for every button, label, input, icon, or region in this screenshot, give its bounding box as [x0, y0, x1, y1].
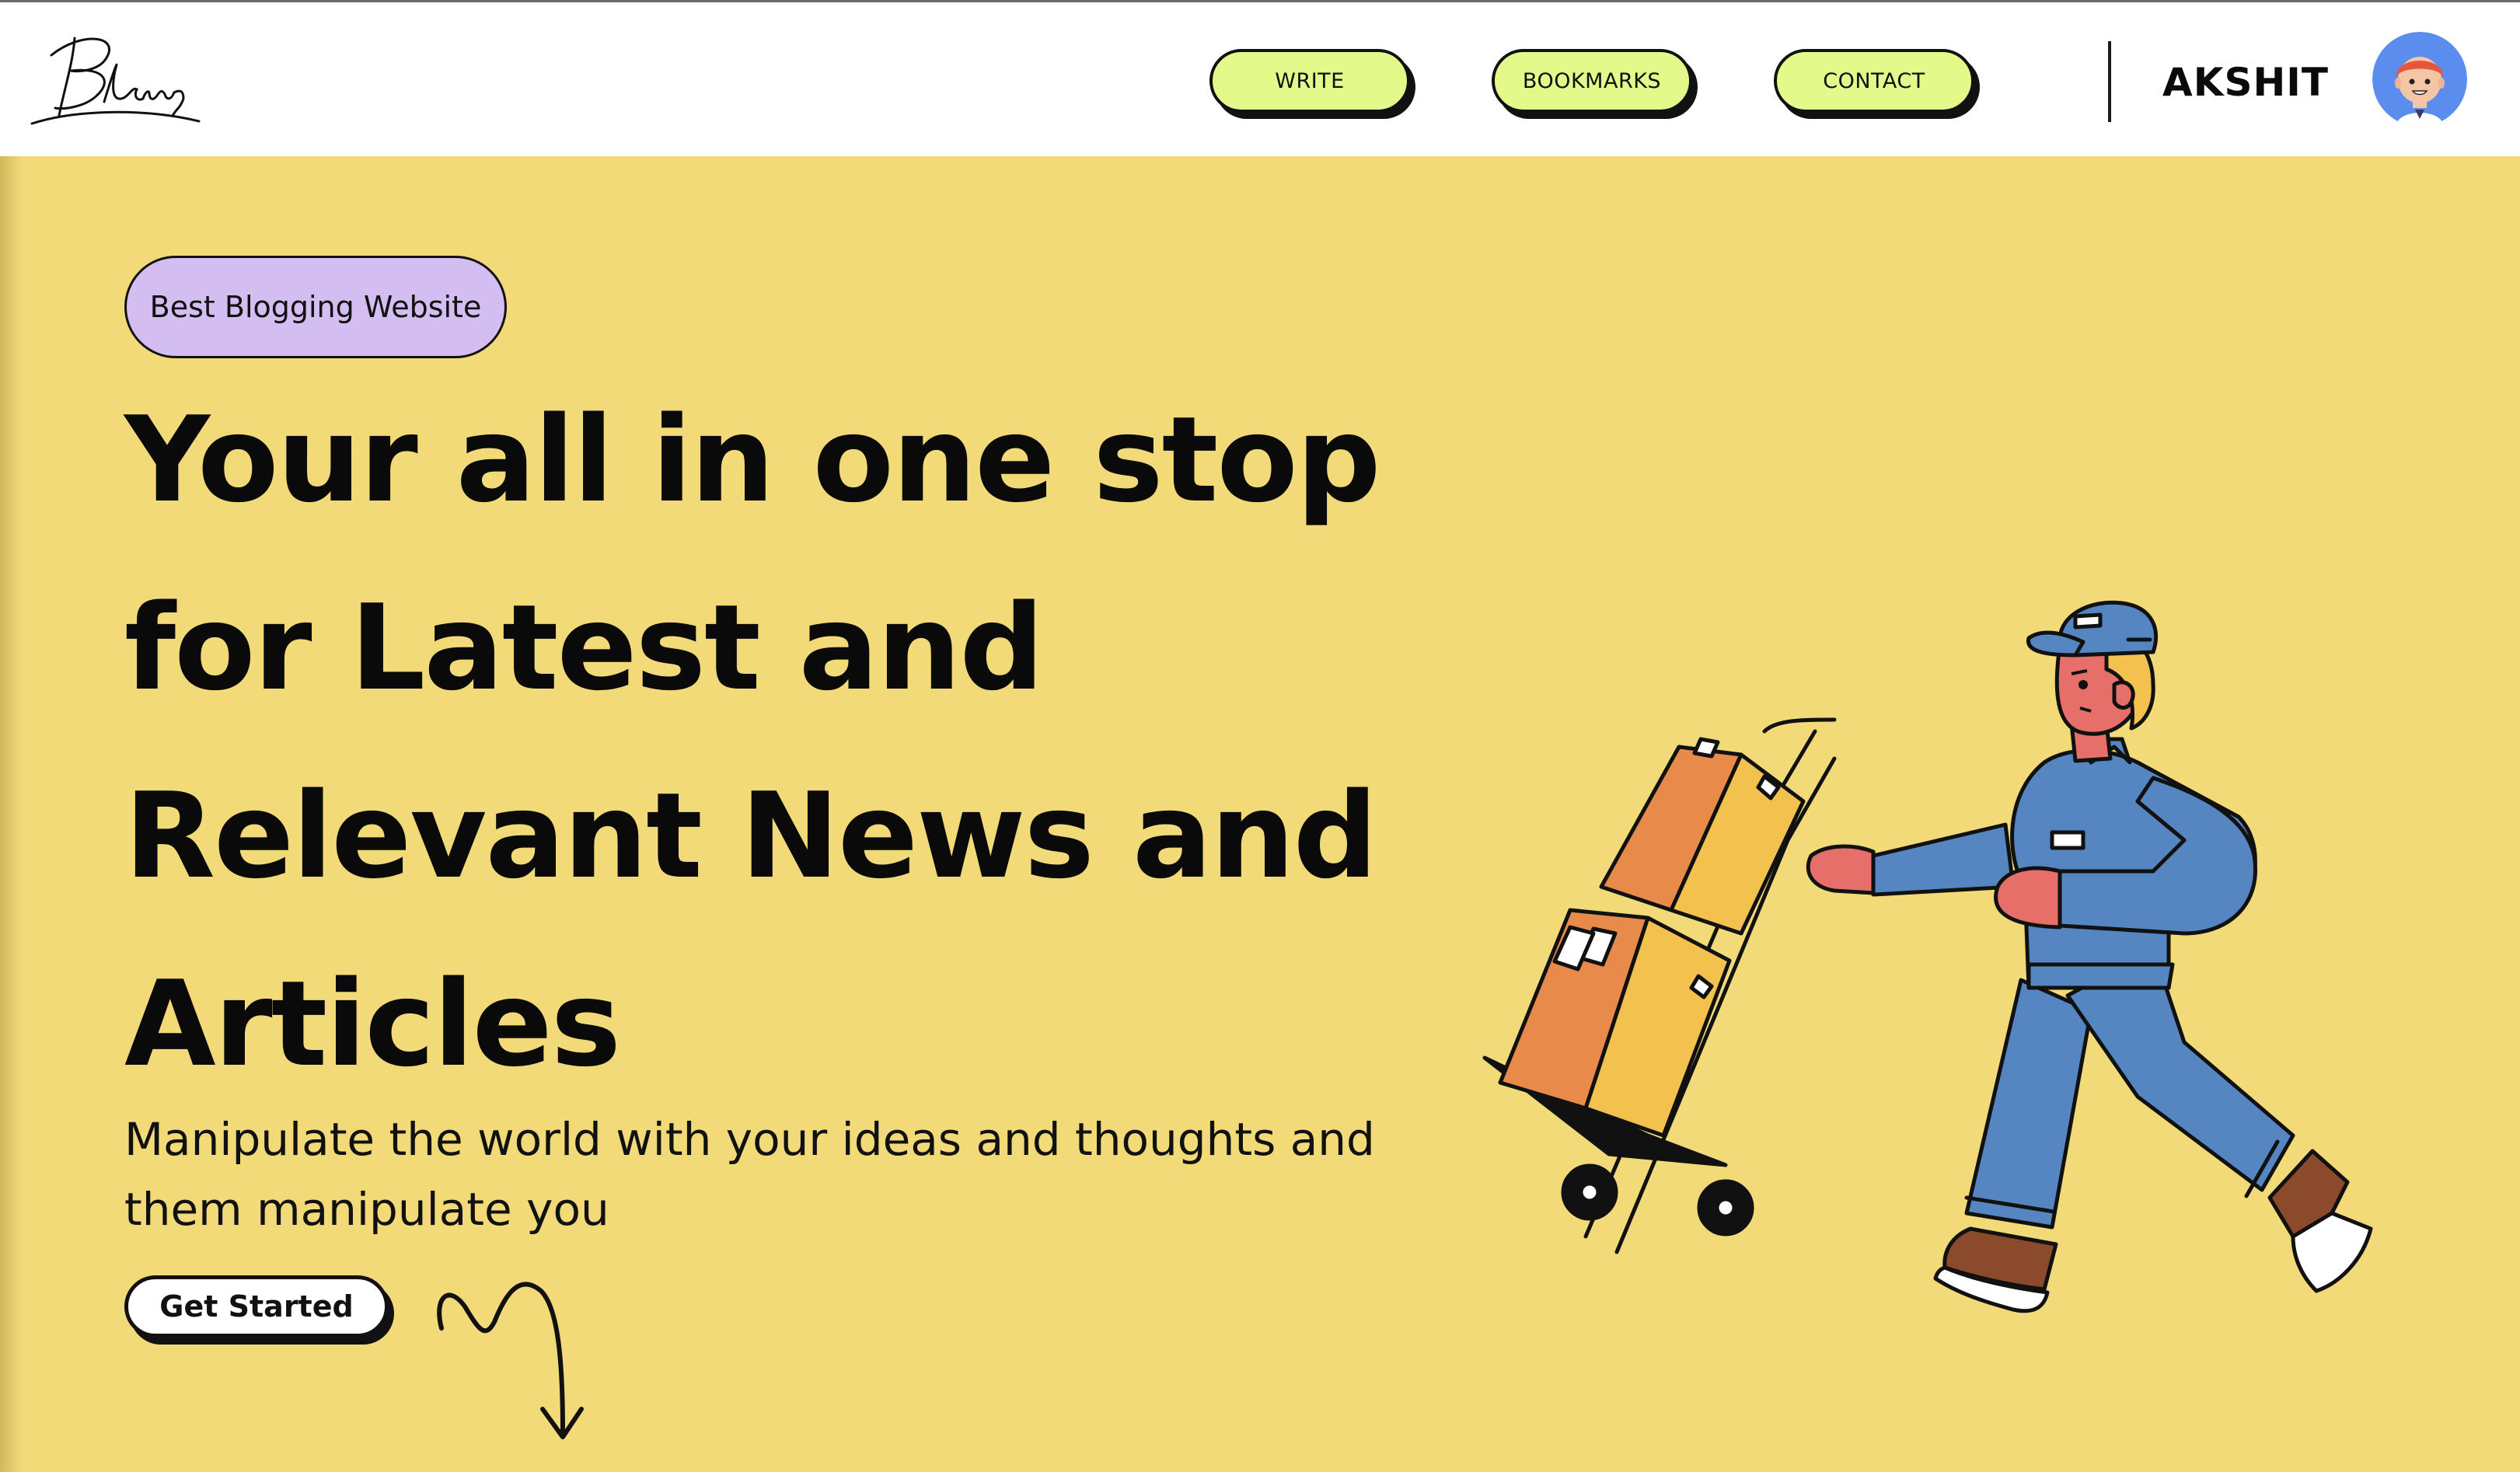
hero-section: Best Blogging Website Your all in one st…: [0, 156, 2520, 1472]
avatar-icon[interactable]: [2372, 32, 2467, 127]
headline-line: Articles: [124, 955, 621, 1093]
blawg-logo-icon[interactable]: [28, 24, 207, 133]
hero-subtext: Manipulate the world with your ideas and…: [124, 1104, 1508, 1244]
headline-line: Relevant News and: [124, 767, 1377, 905]
nav-write-button[interactable]: WRITE: [1209, 49, 1410, 113]
user-name[interactable]: AKSHIT: [2162, 54, 2329, 111]
subtext-line: them manipulate you: [124, 1183, 609, 1236]
headline-line: Your all in one stop: [124, 391, 1381, 528]
hero-badge: Best Blogging Website: [124, 256, 507, 358]
delivery-man-illustration: [1482, 600, 2373, 1313]
get-started-button[interactable]: Get Started: [124, 1275, 389, 1338]
subtext-line: Manipulate the world with your ideas and…: [124, 1113, 1375, 1166]
hero-headline: Your all in one stop for Latest and Rele…: [124, 366, 1524, 1118]
nav-bookmarks-button[interactable]: BOOKMARKS: [1492, 49, 1692, 113]
nav-divider: [2108, 41, 2111, 122]
hero-left-shade: [0, 156, 22, 1472]
navbar: WRITE BOOKMARKS CONTACT AKSHIT: [0, 2, 2520, 156]
headline-line: for Latest and: [124, 579, 1044, 717]
nav-contact-button[interactable]: CONTACT: [1774, 49, 1974, 113]
squiggle-arrow-icon: [437, 1282, 584, 1439]
